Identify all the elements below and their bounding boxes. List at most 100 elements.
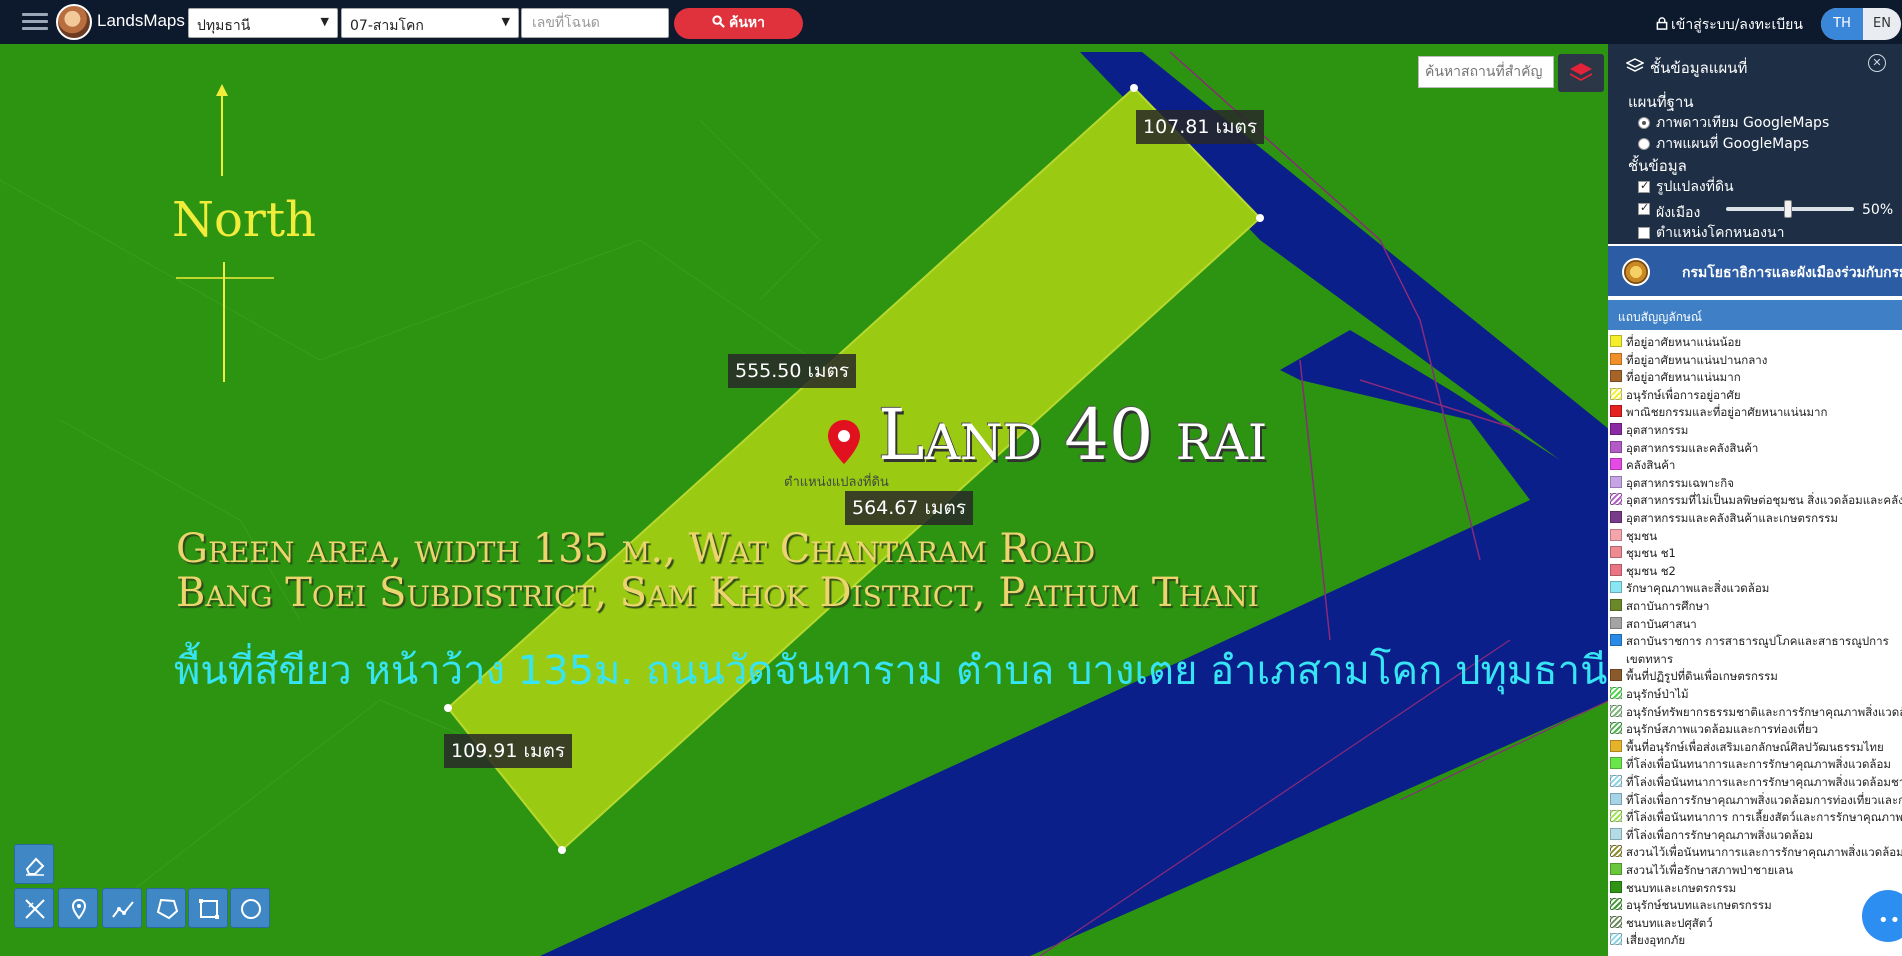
legend-swatch xyxy=(1610,775,1622,787)
polygon-icon xyxy=(156,898,179,920)
province-value: ปทุมธานี xyxy=(197,18,251,34)
legend-item: ที่อยู่อาศัยหนาแน่นปานกลาง xyxy=(1608,352,1902,368)
legend-label: อุตสาหกรรมและคลังสินค้าและเกษตรกรรม xyxy=(1626,511,1839,525)
lang-en-button[interactable]: EN xyxy=(1863,8,1901,40)
parcel-layer-label: รูปแปลงที่ดิน xyxy=(1656,179,1734,195)
legend-label: ที่อยู่อาศัยหนาแน่นปานกลาง xyxy=(1626,352,1768,367)
legend-item: อนุรักษ์เพื่อการอยู่อาศัย xyxy=(1608,387,1902,403)
legend-label: พื้นที่ปฏิรูปที่ดินเพื่อเกษตรกรรม xyxy=(1626,669,1778,684)
khoknongna-layer-label: ตำแหน่งโคกหนองนา xyxy=(1656,225,1785,241)
legend-label: สถาบันราชการ การสาธารณูปโภคและสาธารณูปกา… xyxy=(1626,634,1889,649)
legend-swatch xyxy=(1610,370,1622,383)
polygon-tool[interactable] xyxy=(146,888,186,928)
legend-swatch xyxy=(1610,687,1622,699)
legend-swatch xyxy=(1610,599,1622,611)
legend-item: อนุรักษ์ป่าไม้ xyxy=(1608,686,1902,702)
legend-label: ที่โล่งเพื่อนันทนาการและการรักษาคุณภาพสิ… xyxy=(1626,757,1891,772)
legend-swatch xyxy=(1610,458,1622,471)
district-select[interactable]: 07-สามโคก ▼ xyxy=(341,8,519,38)
legend-label: อนุรักษ์ชนบทและเกษตรกรรม xyxy=(1626,898,1772,913)
basemap-map-label: ภาพแผนที่ GoogleMaps xyxy=(1656,136,1810,152)
basemap-map-radio[interactable] xyxy=(1638,138,1650,150)
legend-item: เสี่ยงอุทกภัย xyxy=(1608,932,1902,948)
opacity-slider-handle[interactable] xyxy=(1784,200,1792,218)
agency-logo xyxy=(1622,258,1650,286)
legend-item: อนุรักษ์สภาพแวดล้อมและการท่องเที่ยว xyxy=(1608,721,1902,737)
legend-label: สถาบันศาสนา xyxy=(1626,616,1697,631)
basemap-satellite-label: ภาพดาวเทียม GoogleMaps xyxy=(1656,115,1830,131)
legend-label: ที่อยู่อาศัยหนาแน่นมาก xyxy=(1626,370,1741,385)
layers-icon xyxy=(1626,58,1644,72)
province-select[interactable]: ปทุมธานี ▼ xyxy=(188,8,338,38)
legend-swatch xyxy=(1610,810,1622,823)
legend-swatch xyxy=(1610,898,1622,911)
legend-label: ที่โล่งเพื่อการรักษาคุณภาพสิ่งแวดล้อมการ… xyxy=(1626,792,1902,807)
legend-item: ชุมชน ช2 xyxy=(1608,563,1902,579)
legend-item: ชนบทและเกษตรกรรม xyxy=(1608,880,1902,896)
legend-label: พื้นที่อนุรักษ์เพื่อส่งเสริมเอกลักษณ์ศิล… xyxy=(1626,739,1884,754)
legend-label: ชนบทและเกษตรกรรม xyxy=(1626,880,1737,895)
opacity-slider[interactable] xyxy=(1726,200,1854,218)
brand-name: LandsMaps xyxy=(97,11,185,30)
legend-swatch xyxy=(1610,335,1622,347)
legend-label: สงวนไว้เพื่อรักษาสภาพป่าชายเลน xyxy=(1626,863,1794,877)
legend-heading: แถบสัญญลักษณ์ xyxy=(1608,300,1902,330)
deed-number-input[interactable] xyxy=(521,8,669,38)
parcel-layer-checkbox[interactable] xyxy=(1638,179,1650,193)
place-search-input[interactable] xyxy=(1418,56,1554,88)
legend-label: ที่โล่งเพื่อนันทนาการและการรักษาคุณภาพสิ… xyxy=(1626,775,1902,789)
rectangle-icon xyxy=(199,899,219,919)
circle-tool[interactable] xyxy=(230,888,270,928)
legend-item: รักษาคุณภาพและสิ่งแวดล้อม xyxy=(1608,580,1902,596)
legend-item: สงวนไว้เพื่อนันทนาการและการรักษาคุณภาพสิ… xyxy=(1608,844,1902,860)
legend-item: คลังสินค้า xyxy=(1608,457,1902,473)
top-bar: LandsMaps ปทุมธานี ▼ 07-สามโคก ▼ ค้นหา เ… xyxy=(0,0,1902,44)
parcel-title: Land 40 rai xyxy=(878,394,1268,476)
legend-label: สงวนไว้เพื่อนันทนาการและการรักษาคุณภาพสิ… xyxy=(1626,845,1902,860)
cityplan-layer-checkbox[interactable] xyxy=(1638,201,1650,215)
chevron-down-icon: ▼ xyxy=(501,15,510,28)
legend-item: พื้นที่ปฏิรูปที่ดินเพื่อเกษตรกรรม xyxy=(1608,668,1902,684)
legend-label: ที่อยู่อาศัยหนาแน่นน้อย xyxy=(1626,335,1742,349)
login-link[interactable]: เข้าสู่ระบบ/ลงทะเบียน xyxy=(1656,14,1803,36)
legend-label: ที่โล่งเพื่อการรักษาคุณภาพสิ่งแวดล้อม xyxy=(1626,827,1814,842)
polyline-tool[interactable] xyxy=(102,888,142,928)
legend-item: อุตสาหกรรมที่ไม่เป็นมลพิษต่อชุมชน สิ่งแว… xyxy=(1608,492,1902,508)
parcel-position-label: ตำแหน่งแปลงที่ดิน xyxy=(784,475,889,490)
legend-item: ที่อยู่อาศัยหนาแน่นมาก xyxy=(1608,369,1902,385)
layers-button[interactable] xyxy=(1558,54,1604,92)
legend-item: พื้นที่อนุรักษ์เพื่อส่งเสริมเอกลักษณ์ศิล… xyxy=(1608,739,1902,755)
khoknongna-layer-checkbox[interactable] xyxy=(1638,227,1650,239)
opacity-value: 50% xyxy=(1862,202,1894,218)
legend-swatch xyxy=(1610,423,1622,435)
legend-label: อุตสาหกรรมเฉพาะกิจ xyxy=(1626,475,1735,490)
eraser-tool[interactable] xyxy=(14,844,54,884)
close-icon[interactable]: ✕ xyxy=(1868,54,1886,72)
basemap-satellite-radio[interactable] xyxy=(1638,117,1650,129)
legend-item: ชุมชน xyxy=(1608,528,1902,544)
legend-swatch xyxy=(1610,528,1622,541)
map-pin-icon[interactable] xyxy=(826,418,862,466)
lang-th-button[interactable]: TH xyxy=(1821,8,1863,40)
search-button[interactable]: ค้นหา xyxy=(674,8,803,39)
rectangle-tool[interactable] xyxy=(188,888,228,928)
legend-item: ที่โล่งเพื่อนันทนาการและการรักษาคุณภาพสิ… xyxy=(1608,774,1902,790)
legend-item: ที่โล่งเพื่อนันทนาการและการรักษาคุณภาพสิ… xyxy=(1608,756,1902,772)
landsmaps-logo[interactable] xyxy=(56,4,92,40)
legend-swatch xyxy=(1610,387,1622,400)
marker-tool[interactable] xyxy=(58,888,98,928)
legend-label: สถาบันการศึกษา xyxy=(1626,599,1710,613)
legend-label: พาณิชยกรรมและที่อยู่อาศัยหนาแน่นมาก xyxy=(1626,405,1828,420)
legend-swatch xyxy=(1610,722,1622,735)
legend-swatch xyxy=(1610,933,1622,946)
measure-tool[interactable] xyxy=(14,888,54,928)
overlay-text-th: พื้นที่สีขียว หน้าว้าง 135ม. ถนนวัดจันทา… xyxy=(174,648,1608,694)
language-toggle: TH EN xyxy=(1821,8,1901,40)
legend-label: ชุมชน ช2 xyxy=(1626,563,1676,578)
legend-item: อุตสาหกรรม xyxy=(1608,422,1902,438)
menu-icon[interactable] xyxy=(22,13,48,31)
legend-item: อนุรักษ์ทรัพยากรธรรมชาติและการรักษาคุณภา… xyxy=(1608,704,1902,720)
legend-label: อนุรักษ์สภาพแวดล้อมและการท่องเที่ยว xyxy=(1626,722,1819,737)
layers-heading: ชั้นข้อมูล xyxy=(1628,157,1687,175)
measure-icon xyxy=(25,899,45,919)
